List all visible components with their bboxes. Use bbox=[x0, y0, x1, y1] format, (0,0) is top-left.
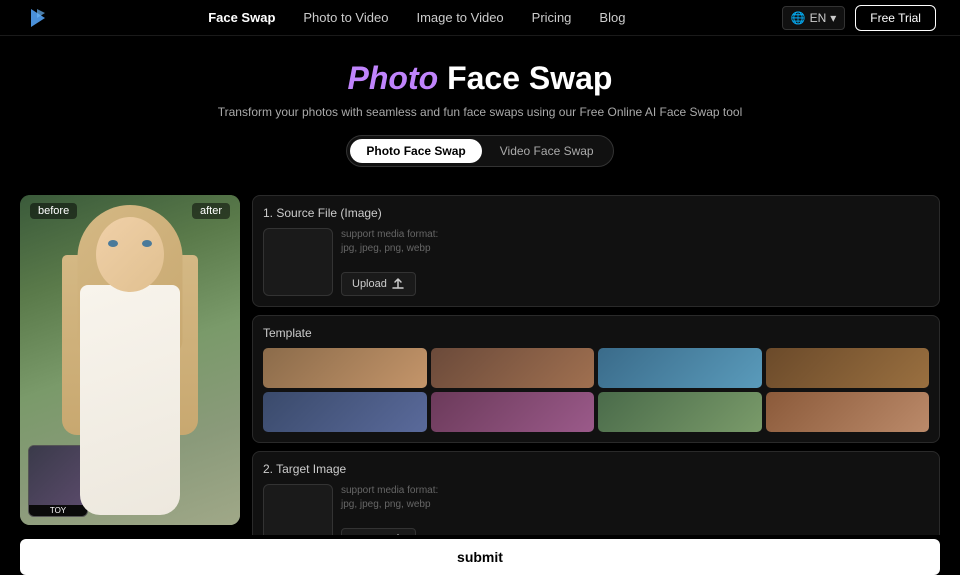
image-background: TOY bbox=[20, 195, 240, 525]
target-format-text: support media format:jpg, jpeg, png, web… bbox=[341, 484, 929, 512]
after-label: after bbox=[192, 203, 230, 219]
template-item-3[interactable] bbox=[598, 348, 762, 388]
source-upload-button[interactable]: Upload bbox=[341, 272, 416, 296]
right-eye bbox=[142, 240, 152, 247]
main-content: before after TOY bbox=[0, 195, 960, 535]
before-label: before bbox=[30, 203, 77, 219]
nav-item-face-swap[interactable]: Face Swap bbox=[208, 9, 275, 27]
logo[interactable] bbox=[24, 4, 52, 32]
target-upload-button[interactable]: Upload bbox=[341, 528, 416, 535]
nav-item-image-to-video[interactable]: Image to Video bbox=[416, 9, 503, 27]
lang-label: EN bbox=[810, 11, 827, 25]
target-title: 2. Target Image bbox=[263, 462, 929, 476]
free-trial-button[interactable]: Free Trial bbox=[855, 5, 936, 31]
upload-label-text: Upload bbox=[352, 278, 387, 290]
tab-photo-face-swap[interactable]: Photo Face Swap bbox=[350, 139, 481, 163]
chevron-down-icon: ▾ bbox=[830, 11, 836, 25]
hero-subtitle: Transform your photos with seamless and … bbox=[20, 105, 940, 119]
hero-title-rest: Face Swap bbox=[438, 60, 612, 96]
target-upload-area: support media format:jpg, jpeg, png, web… bbox=[263, 484, 929, 535]
ba-labels: before after bbox=[20, 203, 240, 219]
template-section: Template bbox=[252, 315, 940, 443]
target-preview-box bbox=[263, 484, 333, 535]
thumb-label-text: TOY bbox=[29, 505, 87, 516]
dress-shape bbox=[80, 285, 180, 515]
target-section: 2. Target Image support media format:jpg… bbox=[252, 451, 940, 535]
template-item-2[interactable] bbox=[431, 348, 595, 388]
navbar: Face Swap Photo to Video Image to Video … bbox=[0, 0, 960, 36]
upload-icon bbox=[391, 277, 405, 291]
target-upload-icon bbox=[391, 533, 405, 535]
template-item-6[interactable] bbox=[431, 392, 595, 432]
source-section: 1. Source File (Image) support media for… bbox=[252, 195, 940, 307]
template-item-4[interactable] bbox=[766, 348, 930, 388]
target-upload-info: support media format:jpg, jpeg, png, web… bbox=[341, 484, 929, 535]
hero-title: Photo Face Swap bbox=[20, 60, 940, 97]
nav-links: Face Swap Photo to Video Image to Video … bbox=[208, 9, 625, 27]
logo-icon bbox=[24, 4, 52, 32]
tab-video-face-swap[interactable]: Video Face Swap bbox=[484, 139, 610, 163]
nav-right: 🌐 EN ▾ Free Trial bbox=[782, 5, 936, 31]
nav-item-photo-to-video[interactable]: Photo to Video bbox=[303, 9, 388, 27]
thumbnail-overlay: TOY bbox=[28, 445, 88, 517]
source-upload-area: support media format:jpg, jpeg, png, web… bbox=[263, 228, 929, 296]
submit-bar: submit bbox=[0, 539, 960, 575]
right-panel: 1. Source File (Image) support media for… bbox=[252, 195, 940, 535]
nav-item-blog[interactable]: Blog bbox=[599, 9, 625, 27]
before-after-panel: before after TOY bbox=[20, 195, 240, 525]
source-preview-box bbox=[263, 228, 333, 296]
template-item-7[interactable] bbox=[598, 392, 762, 432]
submit-button[interactable]: submit bbox=[20, 539, 940, 575]
template-item-8[interactable] bbox=[766, 392, 930, 432]
source-upload-info: support media format:jpg, jpeg, png, web… bbox=[341, 228, 929, 296]
hero-title-photo: Photo bbox=[348, 60, 439, 96]
template-item-5[interactable] bbox=[263, 392, 427, 432]
hero-section: Photo Face Swap Transform your photos wi… bbox=[0, 36, 960, 195]
template-item-1[interactable] bbox=[263, 348, 427, 388]
face-shape bbox=[96, 217, 164, 292]
thumb-preview bbox=[29, 446, 87, 505]
source-format-text: support media format:jpg, jpeg, png, web… bbox=[341, 228, 929, 256]
nav-item-pricing[interactable]: Pricing bbox=[532, 9, 572, 27]
template-title: Template bbox=[263, 326, 929, 340]
left-eye bbox=[108, 240, 118, 247]
mode-tabs: Photo Face Swap Video Face Swap bbox=[346, 135, 613, 167]
source-title: 1. Source File (Image) bbox=[263, 206, 929, 220]
language-selector[interactable]: 🌐 EN ▾ bbox=[782, 6, 846, 30]
flag-icon: 🌐 bbox=[791, 11, 806, 25]
target-upload-label: Upload bbox=[352, 534, 387, 535]
template-grid bbox=[263, 348, 929, 432]
